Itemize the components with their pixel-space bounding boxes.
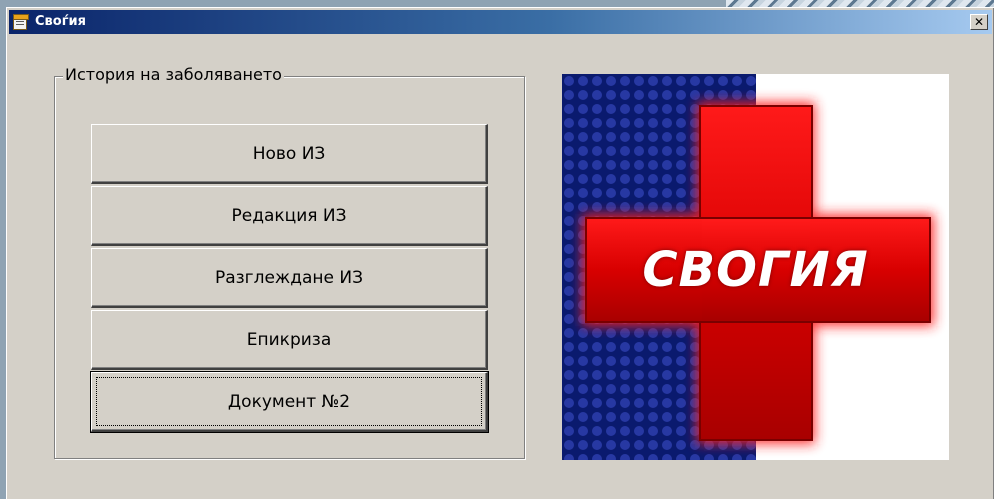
button-label: Ново ИЗ: [252, 143, 326, 164]
button-label: Редакция ИЗ: [231, 205, 347, 226]
document-2-button[interactable]: Документ №2: [90, 371, 489, 433]
medical-history-group: История на заболяването Ново ИЗ Редакция…: [54, 65, 525, 459]
edit-history-button[interactable]: Редакция ИЗ: [91, 186, 488, 246]
group-legend: История на заболяването: [63, 65, 284, 85]
logo-text: СВОГИЯ: [642, 242, 869, 298]
view-history-button[interactable]: Разглеждане ИЗ: [91, 248, 488, 308]
svogia-logo: СВОГИЯ: [562, 74, 949, 460]
button-label: Епикриза: [246, 329, 332, 350]
window-title: Своѓия: [35, 14, 86, 29]
notepad-icon: [13, 14, 29, 30]
close-button[interactable]: ✕: [970, 14, 988, 30]
main-window: Своѓия ✕ История на заболяването Ново ИЗ…: [6, 7, 994, 499]
new-history-button[interactable]: Ново ИЗ: [91, 124, 488, 184]
title-bar[interactable]: Своѓия ✕: [9, 10, 992, 34]
focus-ring: [96, 377, 482, 426]
button-label: Разглеждане ИЗ: [214, 267, 364, 288]
epicrisis-button[interactable]: Епикриза: [91, 310, 488, 370]
